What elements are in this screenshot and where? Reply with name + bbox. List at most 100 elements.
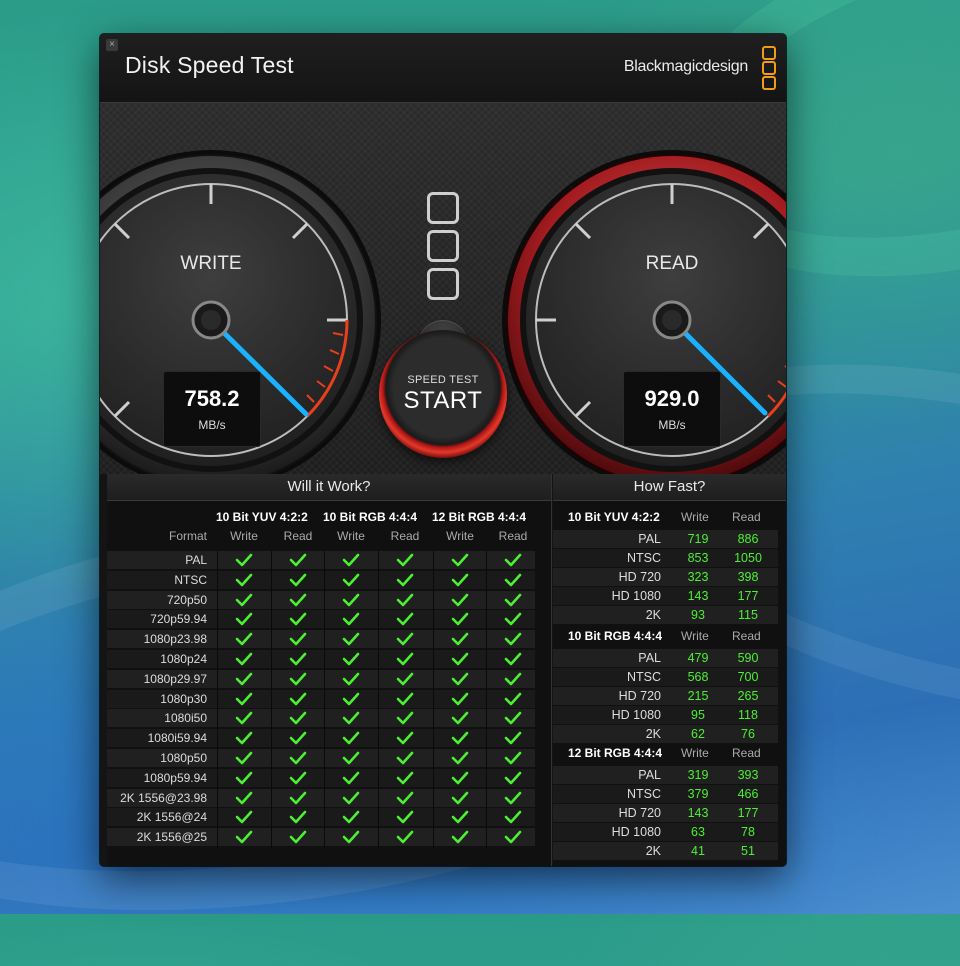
checkmark-icon bbox=[504, 791, 522, 804]
checkmark-icon bbox=[342, 553, 360, 567]
checkmark-icon bbox=[342, 613, 360, 626]
speed-write-header: Write bbox=[681, 629, 709, 643]
checkmark-icon bbox=[504, 692, 522, 705]
results-tables: Will it Work? 10 Bit YUV 4:2:2 10 Bit RGB… bbox=[100, 474, 786, 866]
speed-read-value: 886 bbox=[737, 532, 759, 546]
speed-write-value: 719 bbox=[687, 532, 709, 546]
checkmark-icon bbox=[396, 553, 414, 567]
speed-write-value: 215 bbox=[687, 689, 709, 703]
format-name: 1080i59.94 bbox=[147, 731, 207, 746]
speed-row-label: NTSC bbox=[626, 670, 661, 684]
checkmark-icon bbox=[451, 632, 469, 646]
checkmark-icon bbox=[342, 652, 360, 666]
checkmark-icon bbox=[504, 593, 522, 606]
speed-write-value: 568 bbox=[687, 670, 709, 684]
write-readout: 758.2 MB/s bbox=[163, 371, 261, 447]
checkmark-icon bbox=[396, 751, 414, 765]
checkmark-icon bbox=[235, 811, 253, 824]
checkmark-icon bbox=[235, 553, 253, 567]
write-speed-unit: MB/s bbox=[198, 418, 226, 432]
checkmark-icon bbox=[342, 731, 360, 745]
column-subheader: Write bbox=[230, 529, 258, 543]
speed-row-label: PAL bbox=[638, 532, 661, 546]
speed-read-value: 78 bbox=[741, 825, 755, 839]
checkmark-icon bbox=[342, 791, 360, 804]
read-speed-value: 929.0 bbox=[644, 386, 700, 411]
format-group-header: 10 Bit YUV 4:2:2 bbox=[216, 510, 308, 524]
checkmark-icon bbox=[451, 712, 469, 725]
column-divider bbox=[378, 551, 379, 848]
checkmark-icon bbox=[235, 613, 253, 626]
speed-write-value: 93 bbox=[691, 608, 705, 622]
speed-write-value: 379 bbox=[687, 787, 709, 801]
checkmark-icon bbox=[289, 692, 307, 705]
speed-read-value: 265 bbox=[737, 689, 759, 703]
format-name: 720p50 bbox=[166, 592, 207, 607]
speed-read-header: Read bbox=[732, 746, 761, 760]
speed-row-label: HD 1080 bbox=[611, 825, 661, 839]
checkmark-icon bbox=[289, 632, 307, 646]
speed-read-value: 700 bbox=[737, 670, 759, 684]
checkmark-icon bbox=[289, 751, 307, 765]
checkmark-icon bbox=[396, 593, 414, 606]
speed-row-label: HD 1080 bbox=[611, 589, 661, 603]
checkmark-icon bbox=[342, 830, 360, 844]
checkmark-icon bbox=[451, 811, 469, 824]
brand-name: Blackmagicdesign bbox=[623, 58, 748, 75]
format-name: 720p59.94 bbox=[150, 612, 207, 627]
checkmark-icon bbox=[342, 593, 360, 606]
speed-row-label: HD 720 bbox=[618, 689, 661, 703]
speed-read-value: 398 bbox=[737, 570, 759, 584]
checkmark-icon bbox=[342, 712, 360, 725]
checkmark-icon bbox=[235, 573, 253, 587]
speed-write-header: Write bbox=[681, 746, 709, 760]
checkmark-icon bbox=[451, 751, 469, 765]
speed-read-header: Read bbox=[732, 629, 761, 643]
checkmark-icon bbox=[451, 553, 469, 567]
checkmark-icon bbox=[342, 751, 360, 765]
title-bar: × Disk Speed Test Blackmagicdesign bbox=[100, 34, 786, 103]
checkmark-icon bbox=[342, 811, 360, 824]
checkmark-icon bbox=[451, 573, 469, 587]
checkmark-icon bbox=[396, 672, 414, 686]
checkmark-icon bbox=[235, 593, 253, 606]
speed-row-label: 2K bbox=[645, 727, 661, 741]
checkmark-icon bbox=[289, 712, 307, 725]
checkmark-icon bbox=[451, 672, 469, 686]
checkmark-icon bbox=[289, 672, 307, 686]
speed-group-header: 10 Bit RGB 4:4:4 bbox=[568, 629, 663, 643]
checkmark-icon bbox=[342, 632, 360, 646]
speed-row-label: PAL bbox=[638, 651, 661, 665]
checkmark-icon bbox=[289, 553, 307, 567]
checkmark-icon bbox=[235, 830, 253, 844]
checkmark-icon bbox=[289, 573, 307, 587]
speed-row-label: HD 720 bbox=[618, 570, 661, 584]
checkmark-icon bbox=[396, 771, 414, 785]
read-gauge-label: READ bbox=[645, 253, 699, 274]
speed-row-label: 2K bbox=[645, 608, 661, 622]
format-name: 2K 1556@23.98 bbox=[120, 790, 207, 805]
speed-row-label: PAL bbox=[638, 768, 661, 782]
close-icon[interactable]: × bbox=[106, 39, 118, 51]
checkmark-icon bbox=[504, 731, 522, 745]
write-gauge-label: WRITE bbox=[180, 253, 242, 274]
checkmark-icon bbox=[504, 632, 522, 646]
checkmark-icon bbox=[342, 573, 360, 587]
format-name: PAL bbox=[185, 553, 207, 567]
checkmark-icon bbox=[504, 613, 522, 626]
start-speed-test-button[interactable]: SPEED TEST START bbox=[379, 330, 507, 458]
checkmark-icon bbox=[504, 811, 522, 824]
column-subheader: Read bbox=[283, 529, 313, 543]
start-button-label: START bbox=[403, 387, 483, 414]
format-name: 1080p23.98 bbox=[143, 632, 207, 647]
checkmark-icon bbox=[396, 830, 414, 844]
speed-write-value: 63 bbox=[691, 825, 705, 839]
write-speed-value: 758.2 bbox=[184, 386, 240, 411]
app-title: Disk Speed Test bbox=[125, 52, 294, 78]
format-column-header: Format bbox=[168, 529, 207, 543]
speed-write-value: 143 bbox=[687, 806, 709, 820]
checkmark-icon bbox=[289, 791, 307, 804]
speed-read-value: 1050 bbox=[734, 551, 762, 565]
speed-write-value: 479 bbox=[687, 651, 709, 665]
checkmark-icon bbox=[396, 712, 414, 725]
